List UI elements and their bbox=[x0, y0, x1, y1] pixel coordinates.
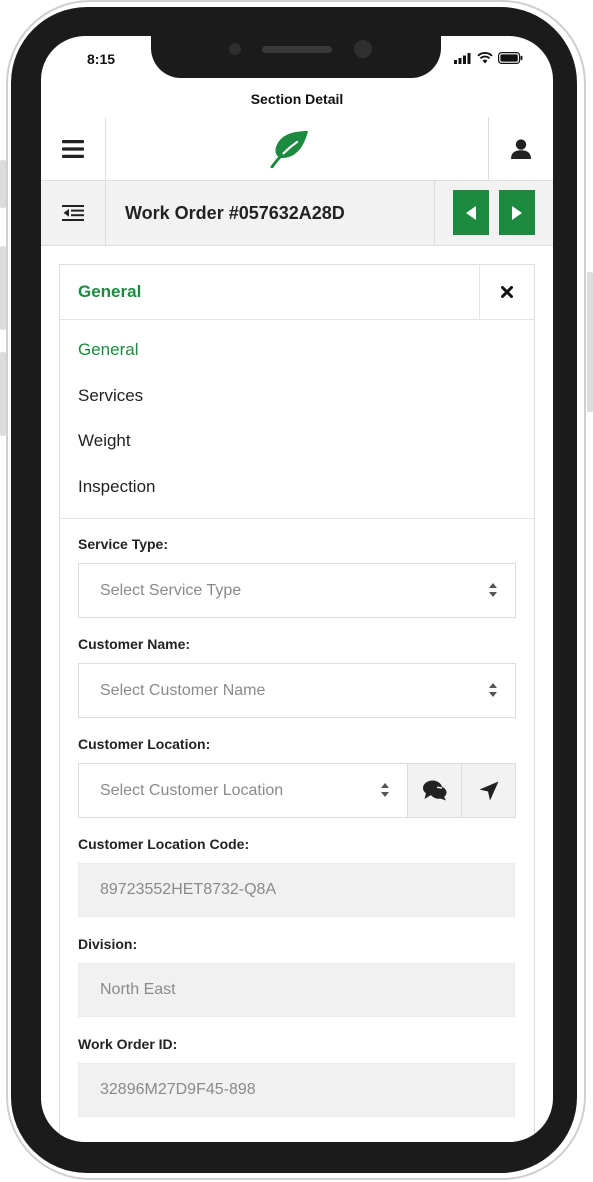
indent-icon bbox=[62, 205, 84, 221]
app-logo[interactable] bbox=[267, 127, 313, 171]
status-time: 8:15 bbox=[87, 51, 116, 67]
caret-right-icon bbox=[512, 205, 522, 220]
panel-title: General bbox=[78, 282, 142, 301]
service-type-label: Service Type: bbox=[78, 536, 169, 552]
close-button[interactable] bbox=[479, 265, 534, 319]
status-icons bbox=[454, 52, 523, 64]
phone-screen: 8:15 Section Detail Work Order #057632A2… bbox=[41, 36, 553, 1142]
section-item-weight[interactable]: Weight bbox=[78, 431, 131, 451]
page-title: Section Detail bbox=[41, 87, 553, 118]
customer-name-select[interactable]: Select Customer Name bbox=[78, 663, 516, 718]
division-label: Division: bbox=[78, 936, 138, 952]
next-work-order-button[interactable] bbox=[499, 190, 535, 235]
location-code-field: 89723552HET8732-Q8A bbox=[78, 863, 515, 917]
division-field: North East bbox=[78, 963, 515, 1017]
work-order-bar: Work Order #057632A28D bbox=[41, 181, 553, 246]
customer-name-label: Customer Name: bbox=[78, 636, 191, 652]
division-value: North East bbox=[100, 981, 176, 998]
menu-button[interactable] bbox=[41, 117, 106, 180]
section-item-general[interactable]: General bbox=[78, 340, 138, 360]
section-list: General Services Weight Inspection bbox=[60, 320, 534, 519]
hamburger-icon bbox=[62, 139, 84, 158]
location-chat-button[interactable] bbox=[407, 763, 462, 818]
power-button bbox=[587, 272, 593, 412]
panel-header: General bbox=[60, 265, 534, 320]
work-order-id-field: 32896M27D9F45-898 bbox=[78, 1063, 515, 1117]
sort-caret-icon bbox=[381, 783, 389, 797]
sensor-dot bbox=[229, 43, 241, 55]
customer-location-select[interactable]: Select Customer Location bbox=[78, 763, 408, 818]
location-arrow-icon bbox=[479, 781, 498, 800]
notch bbox=[151, 36, 441, 78]
work-order-id-label: Work Order ID: bbox=[78, 1036, 178, 1052]
location-code-label: Customer Location Code: bbox=[78, 836, 250, 852]
location-navigate-button[interactable] bbox=[461, 763, 516, 818]
service-type-select[interactable]: Select Service Type bbox=[78, 563, 516, 618]
leaf-icon bbox=[270, 131, 308, 168]
speaker-grille bbox=[262, 46, 332, 53]
front-camera bbox=[354, 40, 372, 58]
user-button[interactable] bbox=[488, 117, 553, 180]
user-icon bbox=[511, 138, 531, 159]
wifi-icon bbox=[477, 52, 493, 64]
app-header bbox=[41, 117, 553, 181]
comments-icon bbox=[422, 780, 446, 801]
customer-location-value: Select Customer Location bbox=[100, 782, 284, 799]
location-code-value: 89723552HET8732-Q8A bbox=[100, 881, 277, 898]
sort-caret-icon bbox=[489, 683, 497, 697]
section-item-inspection[interactable]: Inspection bbox=[78, 477, 156, 497]
work-order-id-value: 32896M27D9F45-898 bbox=[100, 1081, 256, 1098]
work-order-nav bbox=[434, 181, 553, 245]
customer-location-label: Customer Location: bbox=[78, 736, 211, 752]
caret-left-icon bbox=[466, 205, 476, 220]
close-icon bbox=[501, 286, 513, 298]
section-toggle-button[interactable] bbox=[41, 181, 106, 245]
customer-name-value: Select Customer Name bbox=[100, 682, 266, 699]
signal-icon bbox=[454, 53, 471, 64]
battery-icon bbox=[498, 52, 523, 64]
service-type-value: Select Service Type bbox=[100, 582, 242, 599]
prev-work-order-button[interactable] bbox=[453, 190, 489, 235]
sort-caret-icon bbox=[489, 583, 497, 597]
work-order-title: Work Order #057632A28D bbox=[125, 203, 345, 223]
section-item-services[interactable]: Services bbox=[78, 386, 143, 406]
